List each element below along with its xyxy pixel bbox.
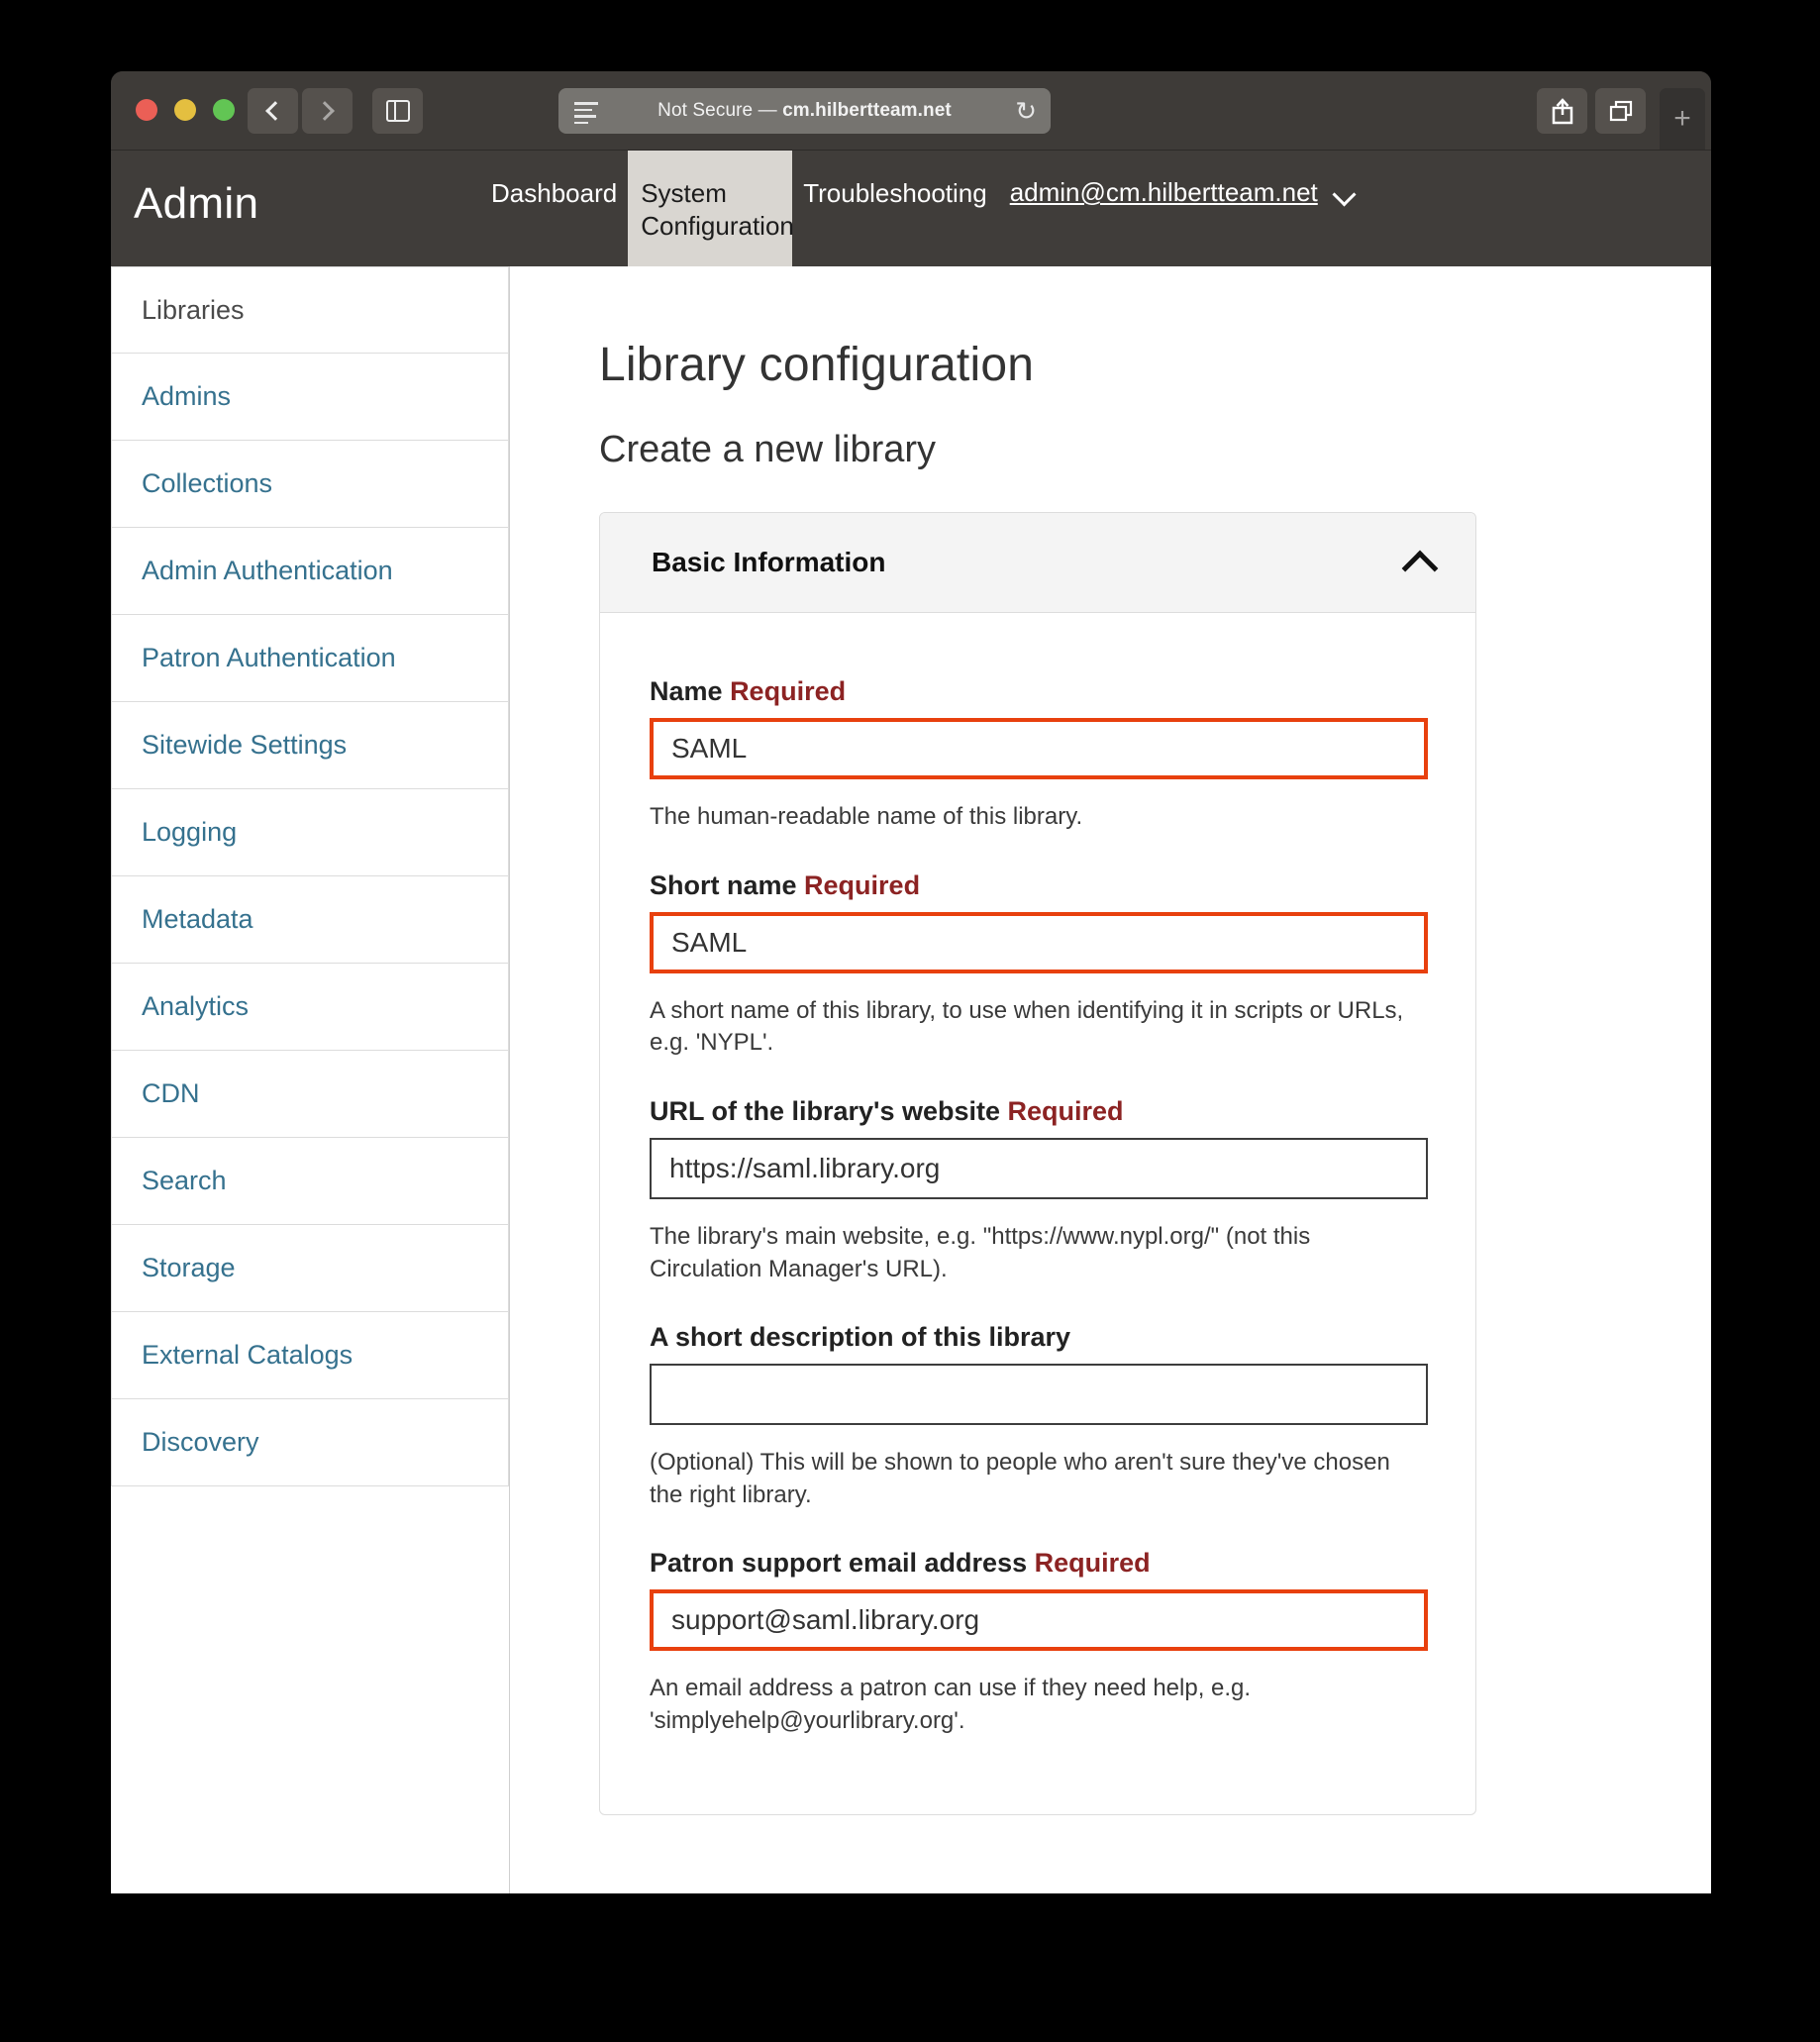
field-name: Name Required SAML The human-readable na… <box>650 676 1428 834</box>
basic-information-panel: Basic Information Name Required SAML The… <box>599 512 1476 1815</box>
sidebar-item-collections[interactable]: Collections <box>111 441 509 528</box>
page-title: Library configuration <box>599 339 1035 391</box>
field-description-help: (Optional) This will be shown to people … <box>650 1449 1390 1508</box>
sidebar: Libraries Admins Collections Admin Authe… <box>111 266 510 1893</box>
chevron-up-icon[interactable] <box>1401 550 1439 587</box>
page-subtitle: Create a new library <box>599 429 937 470</box>
short-name-input[interactable]: SAML <box>650 911 1428 973</box>
field-website-url-label: URL of the library's website Required <box>650 1096 1426 1127</box>
field-support-email-label: Patron support email address Required <box>650 1548 1426 1579</box>
description-input[interactable] <box>650 1364 1428 1426</box>
chevron-right-icon <box>315 101 335 121</box>
sidebar-item-libraries[interactable]: Libraries <box>111 266 509 354</box>
field-website-url-required-badge: Required <box>1007 1095 1124 1126</box>
field-short-name-required-badge: Required <box>804 869 921 900</box>
panel-title: Basic Information <box>652 547 886 577</box>
app-title: Admin <box>134 179 259 228</box>
field-support-email: Patron support email address Required su… <box>650 1548 1428 1737</box>
browser-window: Not Secure — cm.hilbertteam.net ↻ + Admi… <box>111 71 1711 1893</box>
support-email-input[interactable]: support@saml.library.org <box>650 1589 1428 1652</box>
minimize-window-button[interactable] <box>174 99 196 121</box>
field-website-url-help: The library's main website, e.g. "https:… <box>650 1222 1311 1282</box>
app-header: Admin Dashboard System Configuration Tro… <box>111 151 1711 266</box>
nav-item-troubleshooting[interactable]: Troubleshooting <box>792 151 998 210</box>
field-support-email-label-text: Patron support email address <box>650 1548 1028 1579</box>
sidebar-item-sitewide-settings[interactable]: Sitewide Settings <box>111 702 509 789</box>
sidebar-item-logging[interactable]: Logging <box>111 789 509 876</box>
sidebar-item-admin-authentication[interactable]: Admin Authentication <box>111 528 509 615</box>
sidebar-item-cdn[interactable]: CDN <box>111 1051 509 1138</box>
field-name-label-text: Name <box>650 676 723 706</box>
sidebar-icon <box>385 100 410 122</box>
address-bar-text: Not Secure — cm.hilbertteam.net <box>657 100 952 122</box>
field-support-email-help: An email address a patron can use if the… <box>650 1675 1252 1734</box>
sidebar-item-metadata[interactable]: Metadata <box>111 876 509 964</box>
reload-icon[interactable]: ↻ <box>1015 98 1037 124</box>
sidebar-item-patron-authentication[interactable]: Patron Authentication <box>111 615 509 702</box>
nav-item-dashboard[interactable]: Dashboard <box>480 151 628 210</box>
account-menu-email[interactable]: admin@cm.hilbertteam.net <box>998 151 1318 208</box>
new-tab-button[interactable]: + <box>1660 88 1705 150</box>
navigation-buttons <box>248 88 423 134</box>
sidebar-item-storage[interactable]: Storage <box>111 1225 509 1312</box>
security-status: Not Secure <box>657 100 754 121</box>
field-website-url-label-text: URL of the library's website <box>650 1095 1001 1126</box>
field-description-label-text: A short description of this library <box>650 1322 1071 1353</box>
field-short-name-label: Short name Required <box>650 870 1426 901</box>
share-button[interactable] <box>1537 88 1587 134</box>
zoom-window-button[interactable] <box>213 99 235 121</box>
url-separator: — <box>758 100 777 121</box>
name-input[interactable]: SAML <box>650 718 1428 779</box>
panel-header[interactable]: Basic Information <box>600 513 1475 613</box>
field-website-url: URL of the library's website Required ht… <box>650 1096 1428 1285</box>
address-bar[interactable]: Not Secure — cm.hilbertteam.net ↻ <box>558 88 1051 134</box>
field-description: A short description of this library (Opt… <box>650 1322 1428 1511</box>
sidebar-item-external-catalogs[interactable]: External Catalogs <box>111 1312 509 1399</box>
share-icon <box>1552 98 1572 125</box>
chevron-left-icon <box>265 101 285 121</box>
app-nav: Dashboard System Configuration Troublesh… <box>480 151 1357 266</box>
reader-view-icon[interactable] <box>574 102 598 124</box>
field-name-help: The human-readable name of this library. <box>650 803 1083 830</box>
toolbar-right-buttons <box>1537 88 1646 134</box>
field-name-label: Name Required <box>650 676 1426 707</box>
field-description-label: A short description of this library <box>650 1322 1426 1353</box>
back-button[interactable] <box>248 88 298 134</box>
main-content: Library configuration Create a new libra… <box>510 266 1711 1893</box>
tab-overview-button[interactable] <box>1595 88 1646 134</box>
url-host: cm.hilbertteam.net <box>782 100 952 121</box>
field-support-email-required-badge: Required <box>1034 1548 1151 1579</box>
sidebar-item-admins[interactable]: Admins <box>111 354 509 441</box>
chevron-down-icon[interactable] <box>1332 182 1357 207</box>
sidebar-item-analytics[interactable]: Analytics <box>111 964 509 1051</box>
app-body: Libraries Admins Collections Admin Authe… <box>111 266 1711 1893</box>
website-url-input[interactable]: https://saml.library.org <box>650 1137 1428 1199</box>
browser-toolbar: Not Secure — cm.hilbertteam.net ↻ + <box>111 71 1711 151</box>
nav-item-system-configuration[interactable]: System Configuration <box>628 151 794 266</box>
sidebar-item-search[interactable]: Search <box>111 1138 509 1225</box>
tab-overview-icon <box>1609 100 1632 122</box>
field-short-name: Short name Required SAML A short name of… <box>650 870 1428 1060</box>
panel-body: Name Required SAML The human-readable na… <box>600 613 1475 1814</box>
close-window-button[interactable] <box>136 99 157 121</box>
field-short-name-label-text: Short name <box>650 869 797 900</box>
field-short-name-help: A short name of this library, to use whe… <box>650 996 1404 1057</box>
field-name-required-badge: Required <box>730 676 847 706</box>
forward-button[interactable] <box>302 88 353 134</box>
traffic-lights <box>136 99 235 121</box>
show-sidebar-button[interactable] <box>372 88 423 134</box>
sidebar-item-discovery[interactable]: Discovery <box>111 1399 509 1486</box>
